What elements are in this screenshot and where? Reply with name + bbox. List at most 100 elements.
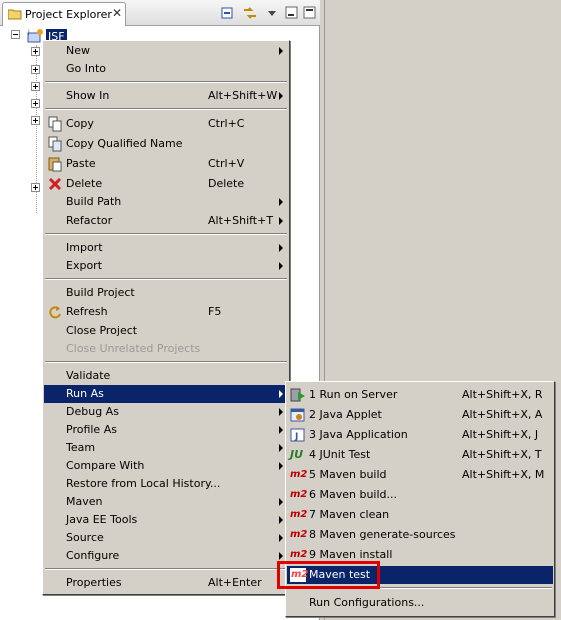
menu-label: Run Configurations... [309,596,425,609]
menu-label: 5 Maven build [309,468,387,481]
menu-label: Source [66,531,104,544]
menu-label: Compare With [66,459,145,472]
submenu-item-maven-generate-sources[interactable]: m2 8 Maven generate-sources [287,526,553,544]
menu-label: Profile As [66,423,117,436]
separator [45,278,287,280]
submenu-item-java-applet[interactable]: 2 Java Applet Alt+Shift+X, A [287,406,553,424]
separator [45,233,287,235]
submenu-item-junit-test[interactable]: JU 4 JUnit Test Alt+Shift+X, T [287,446,553,464]
menu-item-profile-as[interactable]: Profile As [44,421,288,439]
submenu-item-maven-build-dialog[interactable]: m2 6 Maven build... [287,486,553,504]
close-icon[interactable]: ✕ [112,6,122,20]
menu-accelerator: Delete [208,177,245,190]
menu-accelerator: Alt+Shift+W [208,89,278,102]
menu-accelerator: Alt+Shift+X, J [462,428,539,441]
menu-item-team[interactable]: Team [44,439,288,457]
menu-item-go-into[interactable]: Go Into [44,60,288,78]
menu-label: Refresh [66,305,108,318]
menu-item-close-unrelated-projects: Close Unrelated Projects [44,340,288,358]
view-menu-icon[interactable] [264,5,280,21]
menu-label: Build Project [66,286,135,299]
menu-item-show-in[interactable]: Show In Alt+Shift+W [44,87,288,105]
submenu-arrow-icon [279,534,283,542]
java-application-icon: J [290,428,306,442]
menu-accelerator: Alt+Shift+T [208,214,274,227]
submenu-arrow-icon [279,262,283,270]
menu-accelerator: Alt+Enter [208,576,262,589]
menu-item-close-project[interactable]: Close Project [44,322,288,340]
expand-toggle[interactable] [31,82,40,91]
menu-item-compare-with[interactable]: Compare With [44,457,288,475]
menu-item-restore-local-history[interactable]: Restore from Local History... [44,475,288,493]
submenu-arrow-icon [279,444,283,452]
menu-accelerator: Alt+Shift+X, T [462,448,542,461]
menu-label: Go Into [66,62,107,75]
menu-label: Close Project [66,324,138,337]
expand-toggle[interactable] [31,99,40,108]
menu-item-maven[interactable]: Maven [44,493,288,511]
menu-label: Validate [66,369,111,382]
submenu-arrow-icon [279,426,283,434]
expand-toggle[interactable] [31,116,40,125]
submenu-item-maven-clean[interactable]: m2 7 Maven clean [287,506,553,524]
submenu-arrow-icon [279,47,283,55]
menu-item-build-path[interactable]: Build Path [44,193,288,211]
menu-item-build-project[interactable]: Build Project [44,284,288,302]
submenu-item-run-configurations[interactable]: Run Configurations... [287,594,553,612]
menu-label: Export [66,259,103,272]
collapse-toggle[interactable] [11,30,20,39]
menu-item-new[interactable]: New [44,42,288,60]
paste-icon [47,156,63,172]
menu-item-delete[interactable]: Delete Delete [44,175,288,193]
collapse-all-icon[interactable] [220,5,236,21]
menu-label: New [66,44,90,57]
menu-item-validate[interactable]: Validate [44,367,288,385]
menu-item-paste[interactable]: Paste Ctrl+V [44,155,288,173]
menu-item-run-as[interactable]: Run As [44,385,288,403]
submenu-item-java-application[interactable]: J 3 Java Application Alt+Shift+X, J [287,426,553,444]
maven-icon: m2 [290,529,308,540]
menu-item-source[interactable]: Source [44,529,288,547]
submenu-arrow-icon [279,217,283,225]
menu-label: Maven [66,495,103,508]
menu-item-copy-qualified-name[interactable]: Copy Qualified Name [44,135,288,153]
menu-item-debug-as[interactable]: Debug As [44,403,288,421]
menu-accelerator: Ctrl+C [208,117,245,130]
menu-item-properties[interactable]: Properties Alt+Enter [44,574,288,592]
menu-item-configure[interactable]: Configure [44,547,288,565]
menu-item-java-ee-tools[interactable]: Java EE Tools [44,511,288,529]
menu-item-export[interactable]: Export [44,257,288,275]
menu-label: 1 Run on Server [309,388,398,401]
junit-icon: JU [290,448,304,461]
expand-toggle[interactable] [31,47,40,56]
separator [45,361,287,363]
svg-text:J: J [294,432,298,442]
submenu-item-run-on-server[interactable]: 1 Run on Server Alt+Shift+X, R [287,386,553,404]
menu-item-refresh[interactable]: Refresh F5 [44,303,288,321]
menu-label: Java EE Tools [66,513,138,526]
menu-label: Run As [66,387,104,400]
menu-label: Copy Qualified Name [66,137,183,150]
delete-icon [47,176,63,192]
menu-label: 8 Maven generate-sources [309,528,456,541]
tab-project-explorer[interactable]: Project Explorer ✕ [2,2,126,26]
project-icon: J [27,28,43,44]
minimize-icon[interactable] [284,5,300,21]
expand-toggle[interactable] [31,65,40,74]
menu-label: Show In [66,89,110,102]
submenu-item-maven-build[interactable]: m2 5 Maven build Alt+Shift+X, M [287,466,553,484]
menu-label: Copy [66,117,94,130]
menu-accelerator: Ctrl+V [208,157,245,170]
menu-item-copy[interactable]: Copy Ctrl+C [44,115,288,133]
link-with-editor-icon[interactable] [242,5,258,21]
separator [45,81,287,83]
menu-label: Paste [66,157,96,170]
menu-item-import[interactable]: Import [44,239,288,257]
expand-toggle[interactable] [31,183,40,192]
maximize-icon[interactable] [302,5,318,21]
tab-title: Project Explorer [25,8,112,21]
menu-item-refactor[interactable]: Refactor Alt+Shift+T [44,212,288,230]
menu-label: Build Path [66,195,122,208]
menu-label: Properties [66,576,122,589]
context-menu: New Go Into Show In Alt+Shift+W Copy Ctrl+… [42,40,290,595]
